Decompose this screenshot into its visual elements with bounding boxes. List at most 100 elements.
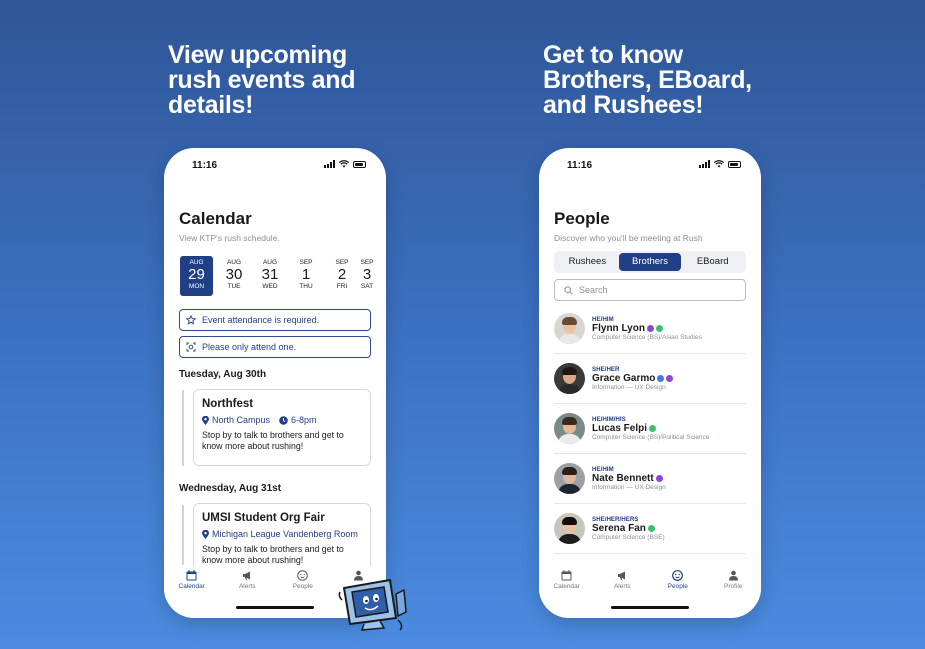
- date-day: 29: [188, 266, 205, 283]
- purple-badge-icon: [666, 375, 674, 382]
- page-subtitle: Discover who you'll be meeting at Rush: [554, 233, 703, 243]
- tab-label: Calendar: [178, 583, 205, 590]
- calendar-phone: 11:16 Calendar View KTP's rush schedule.…: [164, 148, 386, 618]
- person-name-line: Flynn Lyon: [592, 323, 702, 334]
- tab-people[interactable]: People: [658, 566, 698, 602]
- people-segment-control: Rushees Brothers EBoard: [554, 251, 746, 273]
- person-row[interactable]: SHE/HER/HERS Serena Fan Computer Science…: [554, 504, 746, 554]
- right-headline-line: Get to know: [543, 41, 683, 69]
- tab-label: Calendar: [553, 583, 580, 590]
- left-headline: View upcoming rush events and details!: [168, 41, 356, 118]
- tab-people[interactable]: People: [283, 566, 323, 602]
- person-row[interactable]: SHE/HER Grace Garmo Information — UX Des…: [554, 354, 746, 404]
- focus-icon: [186, 342, 196, 352]
- segment-rushees[interactable]: Rushees: [556, 253, 619, 271]
- date-month: AUG: [262, 259, 278, 266]
- wifi-icon: [714, 160, 724, 168]
- date-cell[interactable]: SEP 3 SAT: [360, 256, 374, 296]
- date-month: AUG: [189, 259, 204, 266]
- segment-brothers[interactable]: Brothers: [618, 253, 682, 271]
- home-indicator: [611, 606, 689, 609]
- page-title: Calendar: [179, 209, 252, 228]
- tab-label: Alerts: [613, 583, 631, 590]
- person-info: SHE/HER Grace Garmo Information — UX Des…: [592, 366, 674, 391]
- date-strip: AUG 29 MON AUG 30 TUE AUG 31 WED SEP 1 T…: [180, 256, 374, 296]
- blue-badge-icon: [657, 375, 665, 382]
- person-row[interactable]: HE/HIM Nate Bennett Information — UX Des…: [554, 454, 746, 504]
- tab-alerts[interactable]: Alerts: [227, 566, 267, 602]
- date-month: AUG: [226, 259, 242, 266]
- right-headline-line: and Rushees!: [543, 91, 704, 119]
- date-month: SEP: [299, 259, 313, 266]
- tab-calendar[interactable]: Calendar: [172, 566, 212, 602]
- person-name: Serena Fan: [592, 523, 646, 534]
- person-info: HE/HIM Nate Bennett Information — UX Des…: [592, 466, 666, 491]
- date-day: 31: [261, 266, 279, 283]
- date-cell[interactable]: SEP 2 FRI: [324, 256, 360, 296]
- person-name-line: Grace Garmo: [592, 373, 674, 384]
- search-icon: [564, 285, 573, 295]
- tab-label: Profile: [724, 583, 743, 590]
- person-info: SHE/HER/HERS Serena Fan Computer Science…: [592, 516, 665, 541]
- event-card[interactable]: Northfest North Campus 6-8pm Stop by to …: [193, 389, 371, 466]
- search-input[interactable]: [579, 285, 729, 295]
- tab-bar: Calendar Alerts People Profile: [539, 566, 761, 602]
- person-pronouns: SHE/HER/HERS: [592, 516, 639, 523]
- segment-eboard[interactable]: EBoard: [681, 253, 744, 271]
- battery-icon: [728, 160, 741, 168]
- calendar-icon: [186, 570, 197, 581]
- right-headline-line: Brothers, EBoard,: [543, 66, 752, 94]
- page-title: People: [554, 209, 610, 228]
- date-weekday: THU: [299, 283, 313, 290]
- event-title: UMSI Student Org Fair: [202, 512, 325, 524]
- notice-text: Event attendance is required.: [202, 315, 320, 325]
- date-cell[interactable]: AUG 30 TUE: [216, 256, 252, 296]
- tab-profile[interactable]: Profile: [713, 566, 753, 602]
- person-name-line: Serena Fan: [592, 523, 665, 534]
- person-name: Lucas Felpi: [592, 423, 648, 434]
- tab-calendar[interactable]: Calendar: [547, 566, 587, 602]
- avatar: [554, 313, 585, 344]
- attend-one-notice: Please only attend one.: [179, 336, 371, 358]
- status-icons: [699, 160, 741, 168]
- date-cell[interactable]: AUG 31 WED: [252, 256, 288, 296]
- person-name: Grace Garmo: [592, 373, 656, 384]
- person-name-line: Nate Bennett: [592, 473, 666, 484]
- megaphone-icon: [617, 571, 625, 580]
- tab-label: People: [667, 583, 688, 590]
- person-major: Computer Science (BS)/Political Science: [592, 434, 710, 441]
- person-name: Nate Bennett: [592, 473, 654, 484]
- date-weekday: WED: [262, 283, 278, 290]
- search-box: [554, 279, 746, 301]
- timeline-line: [182, 505, 184, 565]
- signal-icon: [699, 160, 710, 168]
- person-row[interactable]: HE/HIM/HIS Lucas Felpi Computer Science …: [554, 404, 746, 454]
- event-time: 6-8pm: [291, 415, 317, 425]
- date-weekday: FRI: [336, 283, 348, 290]
- person-pronouns: SHE/HER: [592, 366, 620, 373]
- page-subtitle: View KTP's rush schedule.: [179, 233, 280, 243]
- date-day: 1: [301, 266, 311, 283]
- left-headline-line: View upcoming: [168, 41, 347, 69]
- avatar: [554, 413, 585, 444]
- signal-icon: [324, 160, 335, 168]
- avatar: [554, 513, 585, 544]
- person-pronouns: HE/HIM/HIS: [592, 416, 626, 423]
- notice-text: Please only attend one.: [202, 342, 297, 352]
- person-row[interactable]: HE/HIM Flynn Lyon Computer Science (BS)/…: [554, 304, 746, 354]
- people-phone: 11:16 People Discover who you'll be meet…: [539, 148, 761, 618]
- date-cell[interactable]: SEP 1 THU: [288, 256, 324, 296]
- avatar: [554, 463, 585, 494]
- tab-label: Alerts: [238, 583, 256, 590]
- date-cell-selected[interactable]: AUG 29 MON: [180, 256, 213, 296]
- clock-icon: [279, 415, 288, 425]
- battery-icon: [353, 160, 366, 168]
- green-badge-icon: [647, 525, 655, 532]
- status-time: 11:16: [567, 160, 593, 171]
- tab-alerts[interactable]: Alerts: [602, 566, 642, 602]
- smiley-icon: [672, 570, 684, 581]
- location-pin-icon: [202, 415, 209, 425]
- date-month: SEP: [360, 259, 374, 266]
- event-location: North Campus: [212, 415, 271, 425]
- location-pin-icon: [202, 529, 209, 539]
